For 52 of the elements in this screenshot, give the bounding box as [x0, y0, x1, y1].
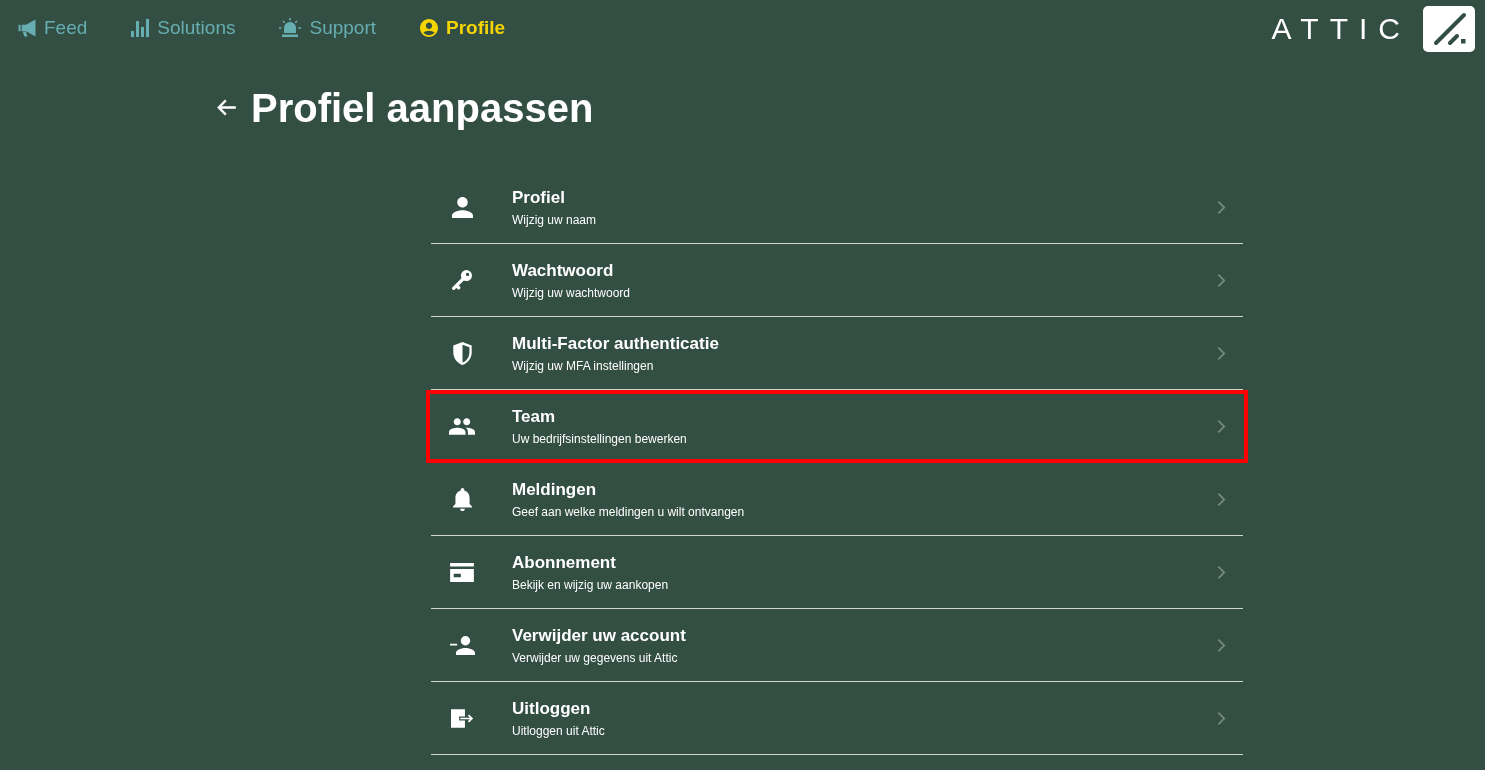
people-icon [449, 418, 475, 435]
chevron-right-icon [1217, 637, 1226, 653]
row-title: Verwijder uw account [512, 624, 686, 647]
row-title: Meldingen [512, 478, 598, 501]
megaphone-icon [18, 18, 36, 37]
row-subtitle: Verwijder uw gegevens uit Attic [512, 649, 679, 666]
chevron-right-icon [1217, 564, 1226, 580]
nav-tab[interactable]: Solutions [131, 15, 236, 40]
credit-card-icon [450, 562, 474, 582]
page-title: Profiel aanpassen [251, 84, 594, 132]
person-icon [451, 196, 473, 218]
row-subtitle: Bekijk en wijzig uw aankopen [512, 576, 669, 593]
settings-row[interactable]: Team Uw bedrijfsinstellingen bewerken [426, 390, 1248, 463]
logout-icon [450, 708, 474, 728]
chevron-right-icon [1217, 345, 1226, 361]
row-subtitle: Wijzig uw naam [512, 211, 597, 228]
settings-row[interactable]: Multi-Factor authenticatie Wijzig uw MFA instellingen [431, 317, 1243, 390]
chevron-right-icon [1217, 199, 1226, 215]
row-subtitle: Wijzig uw MFA instellingen [512, 357, 655, 374]
logo-text: ATTIC [1271, 12, 1411, 45]
row-subtitle: Geef aan welke meldingen u wilt ontvangen [512, 503, 745, 520]
person-minus-icon [449, 635, 475, 655]
bar-chart-icon [131, 18, 150, 37]
row-title: Profiel [512, 186, 566, 209]
row-subtitle: Uitloggen uit Attic [512, 722, 605, 739]
nav-tab[interactable]: Feed [18, 15, 88, 40]
settings-row[interactable]: Wachtwoord Wijzig uw wachtwoord [431, 244, 1243, 317]
chevron-right-icon [1217, 710, 1226, 726]
row-title: Abonnement [512, 551, 617, 574]
settings-row[interactable]: Uitloggen Uitloggen uit Attic [431, 682, 1243, 755]
settings-row[interactable]: Verwijder uw account Verwijder uw gegevens uit Attic [431, 609, 1243, 682]
row-title: Wachtwoord [512, 259, 615, 282]
chevron-right-icon [1217, 491, 1226, 507]
settings-row[interactable]: Profiel Wijzig uw naam [431, 171, 1243, 244]
row-subtitle: Uw bedrijfsinstellingen bewerken [512, 431, 687, 447]
chevron-right-icon [1217, 419, 1226, 434]
back-button[interactable] [217, 99, 237, 116]
row-title: Team [512, 406, 557, 428]
arrow-left-icon [217, 99, 237, 116]
bell-icon [452, 487, 472, 511]
settings-row[interactable]: Meldingen Geef aan welke meldingen u wilt ontvangen [431, 463, 1243, 536]
row-title: Multi-Factor authenticatie [512, 332, 719, 355]
row-subtitle: Wijzig uw wachtwoord [512, 284, 631, 301]
nav-tab[interactable]: Profile [420, 15, 506, 40]
shield-icon [452, 341, 472, 365]
settings-row[interactable]: Abonnement Bekijk en wijzig uw aankopen [431, 536, 1243, 609]
key-icon [452, 270, 472, 290]
siren-icon [279, 18, 302, 37]
row-title: Uitloggen [512, 697, 592, 720]
logo-mark-icon [1423, 5, 1475, 52]
nav-tab[interactable]: Support [279, 15, 377, 40]
chevron-right-icon [1217, 272, 1226, 288]
